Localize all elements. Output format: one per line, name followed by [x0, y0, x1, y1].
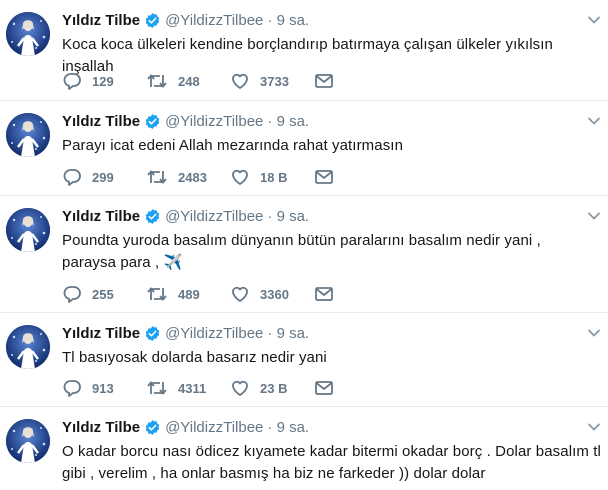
tweet-header: Yıldız Tilbe @YildizzTilbee · 9 sa.: [62, 417, 309, 437]
avatar[interactable]: [6, 113, 50, 157]
verified-badge-icon: [144, 12, 161, 29]
verified-badge-icon: [144, 419, 161, 436]
display-name[interactable]: Yıldız Tilbe: [62, 325, 140, 342]
retweet-button[interactable]: 248: [146, 72, 230, 90]
tweet-text: Poundta yuroda basalım dünyanın bütün pa…: [62, 230, 592, 274]
retweet-button[interactable]: 4311: [146, 379, 230, 397]
retweet-button[interactable]: 2483: [146, 168, 230, 186]
tweet-header: Yıldız Tilbe @YildizzTilbee · 9 sa.: [62, 323, 309, 343]
like-count: 3733: [260, 73, 289, 89]
tweet-header: Yıldız Tilbe @YildizzTilbee · 9 sa.: [62, 206, 309, 226]
chevron-down-icon[interactable]: [586, 12, 602, 28]
retweet-icon: [146, 168, 168, 186]
like-icon: [230, 285, 250, 303]
retweet-button[interactable]: 489: [146, 285, 230, 303]
tweet-text: O kadar borcu nası ödicez kıyamete kadar…: [62, 441, 602, 485]
like-button[interactable]: 3360: [230, 285, 314, 303]
message-icon: [314, 73, 334, 89]
tweet-actions: 129 248 3733: [62, 71, 338, 91]
reply-icon: [62, 72, 82, 90]
display-name[interactable]: Yıldız Tilbe: [62, 208, 140, 225]
chevron-down-icon[interactable]: [586, 325, 602, 341]
tweet-text-content: O kadar borcu nası ödicez kıyamete kadar…: [62, 443, 601, 482]
timestamp[interactable]: · 9 sa.: [267, 113, 309, 130]
tweet-header: Yıldız Tilbe @YildizzTilbee · 9 sa.: [62, 10, 309, 30]
like-button[interactable]: 23 B: [230, 379, 314, 397]
airplane-emoji: ✈️: [163, 254, 183, 271]
reply-count: 913: [92, 380, 114, 396]
avatar[interactable]: [6, 12, 50, 56]
username-handle[interactable]: @YildizzTilbee: [165, 325, 263, 342]
display-name[interactable]: Yıldız Tilbe: [62, 12, 140, 29]
tweet-actions: 255 489 3360: [62, 284, 338, 304]
direct-message-button[interactable]: [314, 286, 338, 302]
tweet[interactable]: Yıldız Tilbe @YildizzTilbee · 9 sa. O ka…: [0, 407, 608, 490]
avatar[interactable]: [6, 325, 50, 369]
like-count: 18 B: [260, 169, 288, 185]
direct-message-button[interactable]: [314, 73, 338, 89]
username-handle[interactable]: @YildizzTilbee: [165, 12, 263, 29]
tweet-actions: 913 4311 23 B: [62, 378, 338, 398]
like-icon: [230, 72, 250, 90]
display-name[interactable]: Yıldız Tilbe: [62, 419, 140, 436]
tweet[interactable]: Yıldız Tilbe @YildizzTilbee · 9 sa. Tl b…: [0, 313, 608, 407]
retweet-count: 248: [178, 73, 200, 89]
tweet-text: Tl basıyosak dolarda basarız nedir yani: [62, 347, 598, 369]
direct-message-button[interactable]: [314, 169, 338, 185]
reply-button[interactable]: 129: [62, 72, 146, 90]
tweet-text-content: Poundta yuroda basalım dünyanın bütün pa…: [62, 232, 541, 271]
direct-message-button[interactable]: [314, 380, 338, 396]
retweet-count: 489: [178, 286, 200, 302]
reply-icon: [62, 168, 82, 186]
retweet-icon: [146, 72, 168, 90]
reply-button[interactable]: 913: [62, 379, 146, 397]
username-handle[interactable]: @YildizzTilbee: [165, 208, 263, 225]
tweet-text-content: Tl basıyosak dolarda basarız nedir yani: [62, 349, 327, 366]
retweet-icon: [146, 379, 168, 397]
reply-count: 129: [92, 73, 114, 89]
avatar[interactable]: [6, 208, 50, 252]
tweet-header: Yıldız Tilbe @YildizzTilbee · 9 sa.: [62, 111, 309, 131]
timestamp[interactable]: · 9 sa.: [267, 12, 309, 29]
verified-badge-icon: [144, 208, 161, 225]
tweet-actions: 299 2483 18 B: [62, 167, 338, 187]
reply-count: 299: [92, 169, 114, 185]
retweet-icon: [146, 285, 168, 303]
like-count: 23 B: [260, 380, 288, 396]
avatar[interactable]: [6, 419, 50, 463]
tweet-text-content: Koca koca ülkeleri kendine borçlandırıp …: [62, 36, 553, 75]
like-icon: [230, 379, 250, 397]
retweet-count: 4311: [178, 380, 207, 396]
timestamp[interactable]: · 9 sa.: [267, 419, 309, 436]
timestamp[interactable]: · 9 sa.: [267, 325, 309, 342]
tweet-feed: Yıldız Tilbe @YildizzTilbee · 9 sa. Koca…: [0, 0, 608, 490]
like-button[interactable]: 18 B: [230, 168, 314, 186]
reply-icon: [62, 379, 82, 397]
tweet[interactable]: Yıldız Tilbe @YildizzTilbee · 9 sa. Koca…: [0, 0, 608, 101]
like-icon: [230, 168, 250, 186]
like-count: 3360: [260, 286, 289, 302]
reply-button[interactable]: 299: [62, 168, 146, 186]
tweet-text: Parayı icat edeni Allah mezarında rahat …: [62, 135, 598, 157]
display-name[interactable]: Yıldız Tilbe: [62, 113, 140, 130]
retweet-count: 2483: [178, 169, 207, 185]
message-icon: [314, 169, 334, 185]
timestamp[interactable]: · 9 sa.: [267, 208, 309, 225]
username-handle[interactable]: @YildizzTilbee: [165, 419, 263, 436]
tweet-text-content: Parayı icat edeni Allah mezarında rahat …: [62, 137, 404, 154]
tweet[interactable]: Yıldız Tilbe @YildizzTilbee · 9 sa. Poun…: [0, 196, 608, 313]
message-icon: [314, 380, 334, 396]
tweet[interactable]: Yıldız Tilbe @YildizzTilbee · 9 sa. Para…: [0, 101, 608, 196]
chevron-down-icon[interactable]: [586, 419, 602, 435]
message-icon: [314, 286, 334, 302]
reply-count: 255: [92, 286, 114, 302]
chevron-down-icon[interactable]: [586, 208, 602, 224]
verified-badge-icon: [144, 325, 161, 342]
verified-badge-icon: [144, 113, 161, 130]
like-button[interactable]: 3733: [230, 72, 314, 90]
reply-icon: [62, 285, 82, 303]
reply-button[interactable]: 255: [62, 285, 146, 303]
chevron-down-icon[interactable]: [586, 113, 602, 129]
username-handle[interactable]: @YildizzTilbee: [165, 113, 263, 130]
